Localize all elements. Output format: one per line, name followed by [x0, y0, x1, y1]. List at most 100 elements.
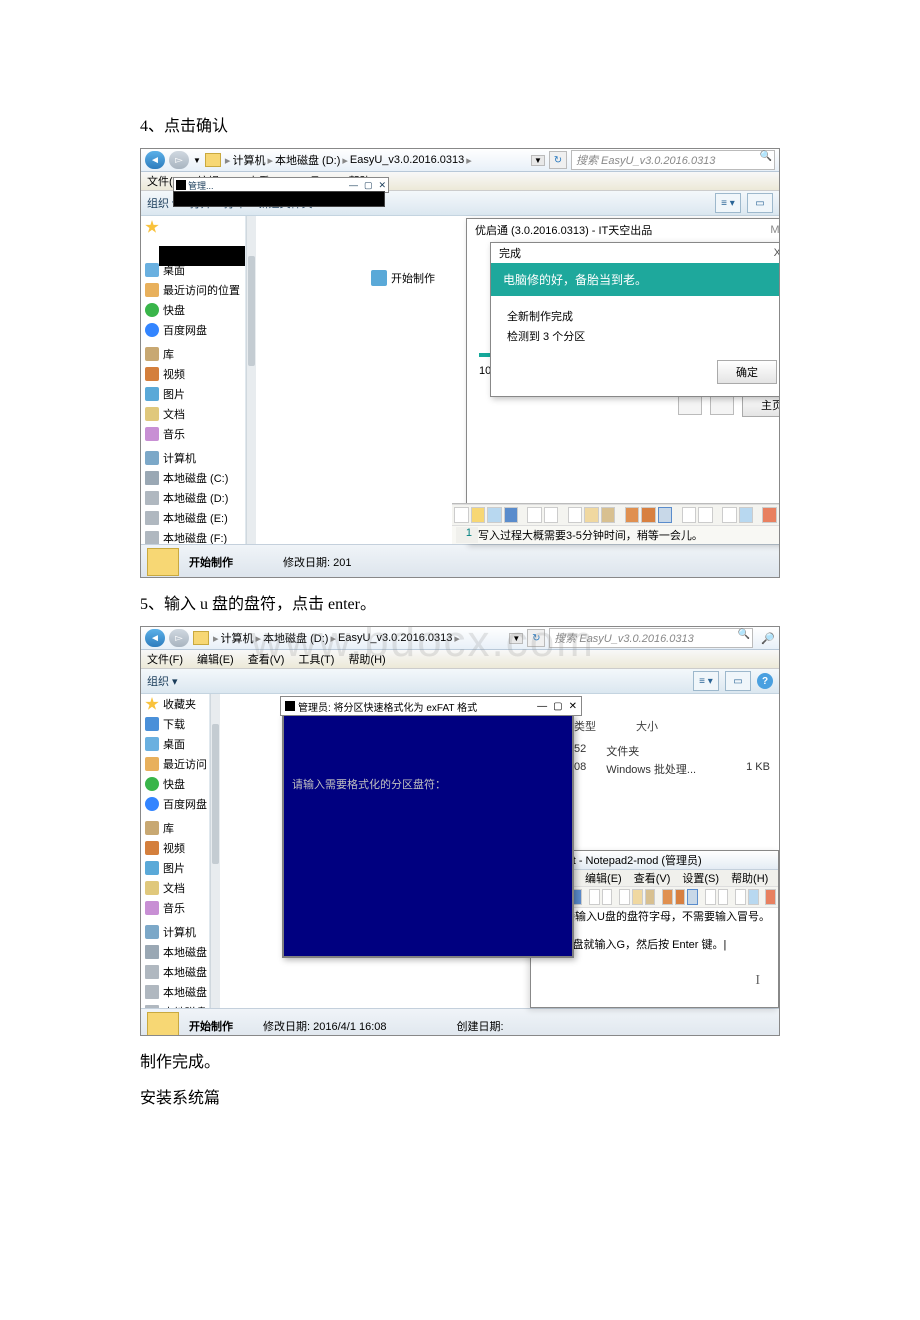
list-item[interactable]: 52 文件夹 [574, 742, 770, 760]
view-mode-icon[interactable]: ≡ ▾ [715, 193, 741, 213]
sidebar-item-drive-d[interactable]: 本地磁盘 (D:) [141, 488, 245, 508]
sidebar-item-drive-f[interactable]: 本地磁盘 (F:) [141, 1002, 209, 1008]
sidebar-item-drive-e[interactable]: 本地磁盘 (E:) [141, 508, 245, 528]
address-dropdown-icon[interactable]: ▼ [509, 633, 523, 644]
sidebar-item-drive-f[interactable]: 本地磁盘 (F:) [141, 528, 245, 544]
min-icon[interactable]: — [349, 180, 358, 191]
sidebar-item-baidu[interactable]: 百度网盘 [141, 320, 245, 340]
sidebar-group-libraries[interactable]: 库 [141, 340, 245, 364]
sidebar-item-drive-e[interactable]: 本地磁盘 (E:) [141, 982, 209, 1002]
sidebar-item-recent[interactable]: 最近访问 [141, 754, 209, 774]
find-icon[interactable] [662, 889, 673, 905]
sidebar-item-kuaipan[interactable]: 快盘 [141, 300, 245, 320]
replace-icon[interactable] [675, 889, 686, 905]
close-icon[interactable]: X [774, 247, 780, 259]
sidebar-item-baidu[interactable]: 百度网盘 [141, 794, 209, 814]
preview-pane-icon[interactable]: ▭ [725, 671, 751, 691]
sidebar-item-music[interactable]: 音乐 [141, 424, 245, 444]
toolbar-organize[interactable]: 组织 ▾ [147, 673, 178, 689]
redo-icon[interactable] [602, 889, 613, 905]
cut-icon[interactable] [619, 889, 630, 905]
save-icon[interactable] [487, 507, 502, 523]
sidebar-item-music[interactable]: 音乐 [141, 898, 209, 918]
sidebar-item-favorites[interactable]: 收藏夹 [141, 694, 209, 714]
menu-view[interactable]: 查看(V) [634, 870, 671, 886]
col-type[interactable]: 类型 [574, 718, 596, 734]
sidebar-item-kuaipan[interactable]: 快盘 [141, 774, 209, 794]
sidebar-item-downloads[interactable]: 下载 [141, 714, 209, 734]
sidebar-item-documents[interactable]: 文档 [141, 878, 209, 898]
menu-help[interactable]: 帮助(H) [731, 870, 768, 886]
nav-forward-icon[interactable]: ▻ [169, 629, 189, 647]
menu-edit[interactable]: 编辑(E) [585, 870, 622, 886]
menu-tools[interactable]: 工具(T) [298, 651, 334, 667]
wrap-icon[interactable] [658, 507, 673, 523]
refresh-icon[interactable]: ↻ [549, 151, 567, 169]
file-item-start[interactable]: 开始制作 [371, 270, 435, 286]
zoom-out-icon[interactable] [698, 507, 713, 523]
home-button[interactable]: 主页面 [742, 393, 780, 417]
zoom-out-icon[interactable] [718, 889, 729, 905]
paste-icon[interactable] [645, 889, 656, 905]
wrap-icon[interactable] [687, 889, 698, 905]
sidebar-group-libraries[interactable]: 库 [141, 814, 209, 838]
minimize-icon[interactable]: — [537, 701, 547, 712]
menu-help[interactable]: 帮助(H) [348, 651, 385, 667]
tool-icon[interactable] [748, 889, 759, 905]
sidebar-item-drive-c[interactable]: 本地磁盘 (C:) [141, 942, 209, 962]
option-box-2[interactable] [710, 395, 734, 415]
undo-icon[interactable] [589, 889, 600, 905]
breadcrumb[interactable]: ▸计算机 ▸本地磁盘 (D:) ▸EasyU_v3.0.2016.0313 ▸ [225, 152, 527, 168]
settings-icon[interactable] [735, 889, 746, 905]
close-icon[interactable]: ✕ [569, 701, 577, 712]
easyu-m-button[interactable]: M [770, 224, 779, 236]
view-mode-icon[interactable]: ≡ ▾ [693, 671, 719, 691]
search-submit-icon[interactable]: 🔎 [761, 632, 775, 645]
maximize-icon[interactable]: ▢ [553, 701, 562, 712]
sidebar-item-recent[interactable]: 最近访问的位置 [141, 280, 245, 300]
sidebar-item-desktop[interactable]: 桌面 [141, 734, 209, 754]
menu-settings[interactable]: 设置(S) [682, 870, 719, 886]
refresh-icon[interactable]: ↻ [527, 629, 545, 647]
close-icon[interactable]: ✕ [378, 180, 386, 191]
sidebar-group-computer[interactable]: 计算机 [141, 918, 209, 942]
option-box-1[interactable] [678, 395, 702, 415]
paste-icon[interactable] [601, 507, 616, 523]
copy-icon[interactable] [632, 889, 643, 905]
max-icon[interactable]: ▢ [364, 180, 373, 191]
menu-edit[interactable]: 编辑(E) [197, 651, 234, 667]
save-icon[interactable] [504, 507, 519, 523]
list-item[interactable]: 08 Windows 批处理... 1 KB [574, 760, 770, 778]
zoom-in-icon[interactable] [705, 889, 716, 905]
settings-icon[interactable] [722, 507, 737, 523]
replace-icon[interactable] [641, 507, 656, 523]
menu-file[interactable]: 文件(F) [147, 651, 183, 667]
redo-icon[interactable] [544, 507, 559, 523]
nav-back-icon[interactable]: ◄ [145, 629, 165, 647]
sidebar-item-pictures[interactable]: 图片 [141, 858, 209, 878]
nav-back-icon[interactable]: ◄ [145, 151, 165, 169]
zoom-in-icon[interactable] [682, 507, 697, 523]
find-icon[interactable] [625, 507, 640, 523]
cmd-window[interactable]: 请输入需要格式化的分区盘符： [282, 714, 574, 958]
preview-pane-icon[interactable]: ▭ [747, 193, 773, 213]
exit-icon[interactable] [762, 507, 777, 523]
exit-icon[interactable] [765, 889, 776, 905]
cut-icon[interactable] [568, 507, 583, 523]
sidebar-item-pictures[interactable]: 图片 [141, 384, 245, 404]
help-icon[interactable]: ? [757, 673, 773, 689]
tool-icon[interactable] [739, 507, 754, 523]
open-icon[interactable] [471, 507, 486, 523]
nav-forward-icon[interactable]: ▻ [169, 151, 189, 169]
undo-icon[interactable] [527, 507, 542, 523]
search-input[interactable]: 搜索 EasyU_v3.0.2016.0313 [571, 150, 775, 170]
search-input[interactable]: 搜索 EasyU_v3.0.2016.0313 [549, 628, 753, 648]
col-size[interactable]: 大小 [636, 718, 658, 734]
breadcrumb[interactable]: ▸计算机 ▸本地磁盘 (D:) ▸EasyU_v3.0.2016.0313 ▸ [213, 630, 505, 646]
sidebar-item-drive-d[interactable]: 本地磁盘 (D:) [141, 962, 209, 982]
address-dropdown-icon[interactable]: ▼ [531, 155, 545, 166]
menu-view[interactable]: 查看(V) [248, 651, 285, 667]
sidebar-group-computer[interactable]: 计算机 [141, 444, 245, 468]
copy-icon[interactable] [584, 507, 599, 523]
dropdown-icon[interactable]: ▼ [193, 156, 201, 165]
